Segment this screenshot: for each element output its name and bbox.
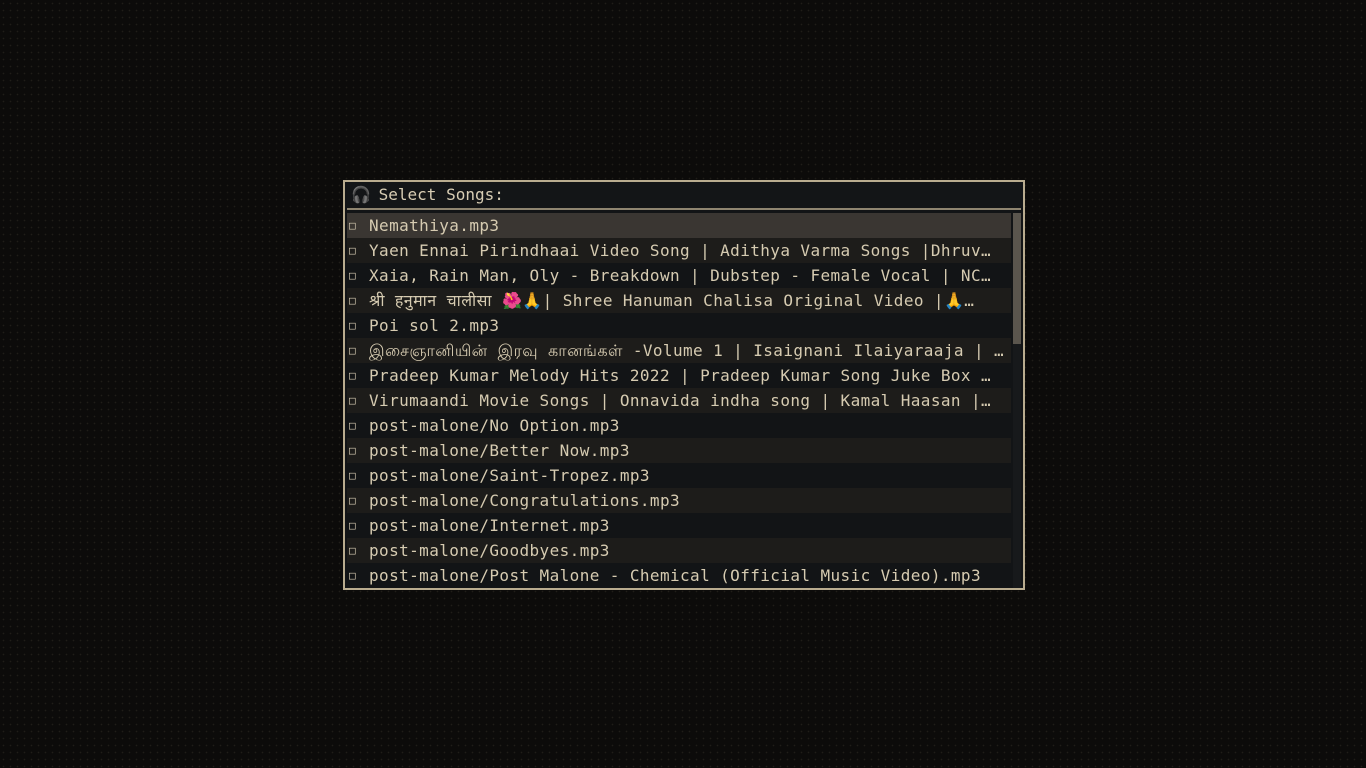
checkbox[interactable]: □ xyxy=(349,238,369,263)
scrollbar-thumb[interactable] xyxy=(1013,213,1021,345)
checkbox[interactable]: □ xyxy=(349,263,369,288)
song-row[interactable]: □ Yaen Ennai Pirindhaai Video Song | Adit… xyxy=(347,238,1011,263)
song-name: Pradeep Kumar Melody Hits 2022 | Pradeep… xyxy=(369,366,992,385)
song-name: post-malone/No Option.mp3 xyxy=(369,416,620,435)
checkbox[interactable]: □ xyxy=(349,488,369,513)
song-list: □ Nemathiya.mp3 □ Yaen Ennai Pirindhaai Vid… xyxy=(347,213,1011,588)
song-row[interactable]: □ post-malone/Better Now.mp3 xyxy=(347,438,1011,463)
song-name: Virumaandi Movie Songs | Onnavida indha … xyxy=(369,391,992,410)
checkbox[interactable]: □ xyxy=(349,313,369,338)
checkbox[interactable]: □ xyxy=(349,363,369,388)
headphones-icon: 🎧 xyxy=(351,185,371,204)
checkbox[interactable]: □ xyxy=(349,413,369,438)
song-row[interactable]: □ Virumaandi Movie Songs | Onnavida indha… xyxy=(347,388,1011,413)
song-row[interactable]: □ Xaia, Rain Man, Oly - Breakdown | Dubst… xyxy=(347,263,1011,288)
dialog-title: Select Songs: xyxy=(378,185,504,204)
song-name: श्री हनुमान चालीसा 🌺🙏| Shree Hanuman Cha… xyxy=(369,291,975,310)
song-row[interactable]: □ post-malone/Internet.mp3 xyxy=(347,513,1011,538)
song-row[interactable]: □ post-malone/Congratulations.mp3 xyxy=(347,488,1011,513)
song-name: Yaen Ennai Pirindhaai Video Song | Adith… xyxy=(369,241,992,260)
checkbox[interactable]: □ xyxy=(349,338,369,363)
checkbox[interactable]: □ xyxy=(349,513,369,538)
song-name: Nemathiya.mp3 xyxy=(369,216,500,235)
song-name: post-malone/Post Malone - Chemical (Offi… xyxy=(369,566,982,585)
song-row[interactable]: □ இசைஞானியின் இரவு கானங்கள் -Volume 1 | I… xyxy=(347,338,1011,363)
song-row[interactable]: □ Poi sol 2.mp3 xyxy=(347,313,1011,338)
song-row[interactable]: □ श्री हनुमान चालीसा 🌺🙏| Shree Hanuman Ch… xyxy=(347,288,1011,313)
song-name: post-malone/Goodbyes.mp3 xyxy=(369,541,610,560)
checkbox[interactable]: □ xyxy=(349,438,369,463)
scrollbar[interactable] xyxy=(1013,213,1021,588)
song-name: post-malone/Saint-Tropez.mp3 xyxy=(369,466,650,485)
song-row[interactable]: □ Nemathiya.mp3 xyxy=(347,213,1011,238)
song-row[interactable]: □ Pradeep Kumar Melody Hits 2022 | Pradee… xyxy=(347,363,1011,388)
song-name: post-malone/Internet.mp3 xyxy=(369,516,610,535)
checkbox[interactable]: □ xyxy=(349,388,369,413)
song-name: Poi sol 2.mp3 xyxy=(369,316,500,335)
song-row[interactable]: □ post-malone/Goodbyes.mp3 xyxy=(347,538,1011,563)
song-name: Xaia, Rain Man, Oly - Breakdown | Dubste… xyxy=(369,266,992,285)
checkbox[interactable]: □ xyxy=(349,538,369,563)
song-row[interactable]: □ post-malone/Saint-Tropez.mp3 xyxy=(347,463,1011,488)
checkbox[interactable]: □ xyxy=(349,563,369,588)
checkbox[interactable]: □ xyxy=(349,463,369,488)
checkbox[interactable]: □ xyxy=(349,288,369,313)
checkbox[interactable]: □ xyxy=(349,213,369,238)
song-name: post-malone/Congratulations.mp3 xyxy=(369,491,681,510)
dialog-header: 🎧 Select Songs: xyxy=(347,182,1021,210)
song-row[interactable]: □ post-malone/Post Malone - Chemical (Off… xyxy=(347,563,1011,588)
song-name: post-malone/Better Now.mp3 xyxy=(369,441,630,460)
song-name: இசைஞானியின் இரவு கானங்கள் -Volume 1 | Is… xyxy=(369,341,1011,360)
song-selector-dialog: 🎧 Select Songs: □ Nemathiya.mp3 □ Yaen Enna… xyxy=(343,180,1025,590)
song-row[interactable]: □ post-malone/No Option.mp3 xyxy=(347,413,1011,438)
